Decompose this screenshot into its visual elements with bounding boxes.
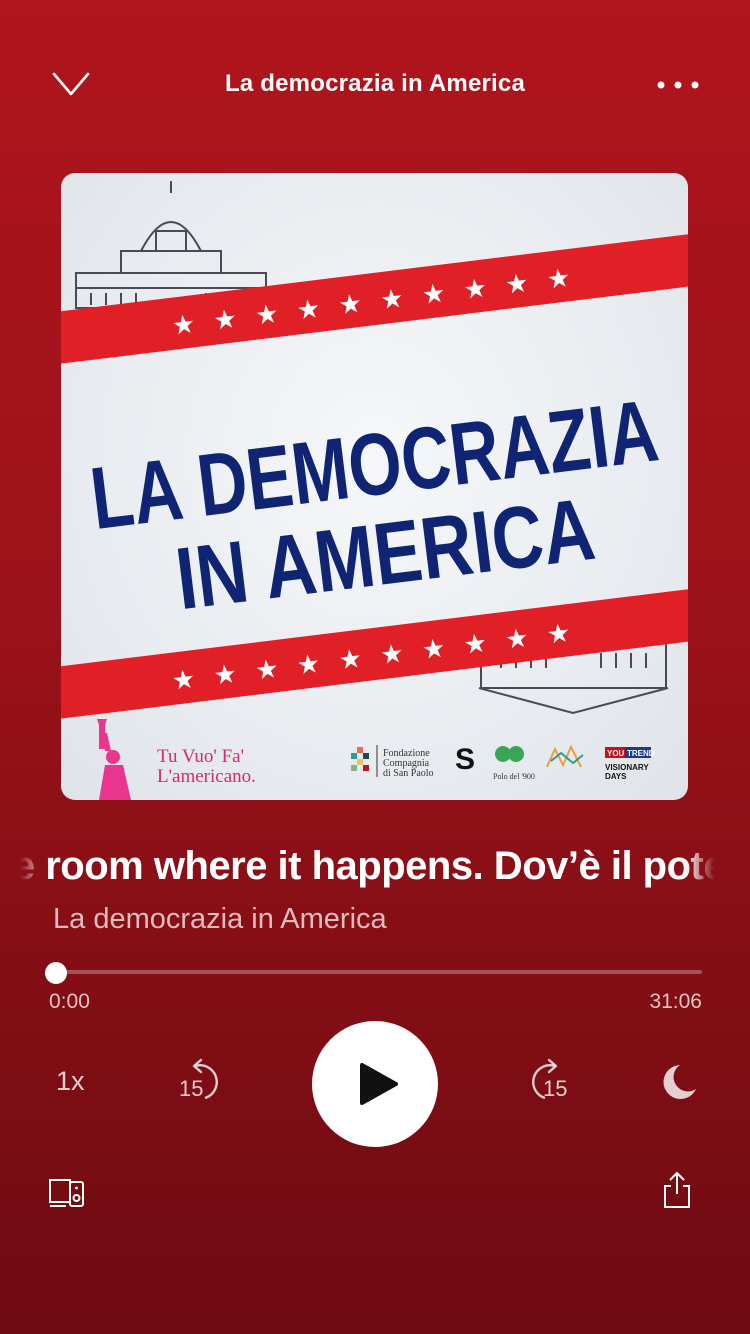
svg-text:★: ★ [295,294,322,327]
svg-text:★: ★ [295,649,322,682]
svg-text:★: ★ [545,263,572,296]
progress-knob[interactable] [45,962,67,984]
connect-devices-button[interactable] [48,1177,86,1209]
svg-text:★: ★ [504,268,531,301]
moon-icon [663,1065,696,1099]
svg-text:★: ★ [379,284,406,317]
skip-forward-label: 15 [543,1076,568,1101]
page-title: La democrazia in America [224,70,526,97]
progress-track[interactable] [56,970,702,974]
more-horizontal-icon [657,81,699,89]
skip-back-button[interactable]: 15 [175,1058,229,1104]
brand-line2: L'americano. [157,766,256,787]
elapsed-time: 0:00 [49,990,90,1013]
more-options-button[interactable] [652,70,704,100]
svg-text:★: ★ [170,664,197,697]
svg-text:Polo del '900: Polo del '900 [493,772,535,781]
play-button[interactable] [312,1021,438,1147]
skip-forward-button[interactable]: 15 [521,1058,575,1104]
svg-text:★: ★ [379,639,406,672]
svg-text:TREND: TREND [627,749,655,758]
svg-text:★: ★ [337,289,364,322]
playback-speed-button[interactable]: 1x [56,1066,85,1097]
svg-text:★: ★ [420,278,447,311]
svg-text:★: ★ [462,628,489,661]
sleep-timer-button[interactable] [658,1062,698,1102]
polo-900-logo: Polo del '900 [493,746,535,781]
skip-back-label: 15 [179,1076,204,1101]
brand-line1: Tu Vuo' Fa' [157,746,244,767]
svg-text:★: ★ [170,309,197,342]
total-time: 31:06 [649,990,702,1013]
svg-text:★: ★ [504,623,531,656]
statue-of-liberty-icon [97,719,131,800]
svg-text:YOU: YOU [607,749,625,758]
svg-text:★: ★ [212,659,239,692]
rete-case-logo [546,744,584,768]
svg-text:★: ★ [212,304,239,337]
svg-text:★: ★ [462,273,489,306]
svg-text:★: ★ [420,633,447,666]
svg-text:★: ★ [337,644,364,677]
compagnia-logo [351,745,378,777]
svg-text:di San Paolo: di San Paolo [383,768,434,779]
share-icon [664,1172,690,1208]
svg-text:DAYS: DAYS [605,772,627,781]
podcast-artwork: ★ ★ ★ ★ ★ ★ ★ ★ ★ ★ LA DEMOCRAZIA IN AMERICA ★… [61,173,688,800]
svg-text:★: ★ [254,299,281,332]
share-button[interactable] [662,1170,692,1210]
youtrend-logo: YOU TREND VISIONARY DAYS [605,747,655,781]
svg-text:★: ★ [545,618,572,651]
play-icon [360,1063,398,1105]
show-name-link[interactable]: La democrazia in America [53,903,387,936]
svg-text:S: S [455,743,475,776]
episode-title: The room where it happens. Dov’è il pote… [20,844,715,888]
svg-text:★: ★ [254,654,281,687]
devices-icon [49,1179,84,1207]
capitol-icon [75,181,267,309]
svg-text:VISIONARY: VISIONARY [605,763,649,772]
